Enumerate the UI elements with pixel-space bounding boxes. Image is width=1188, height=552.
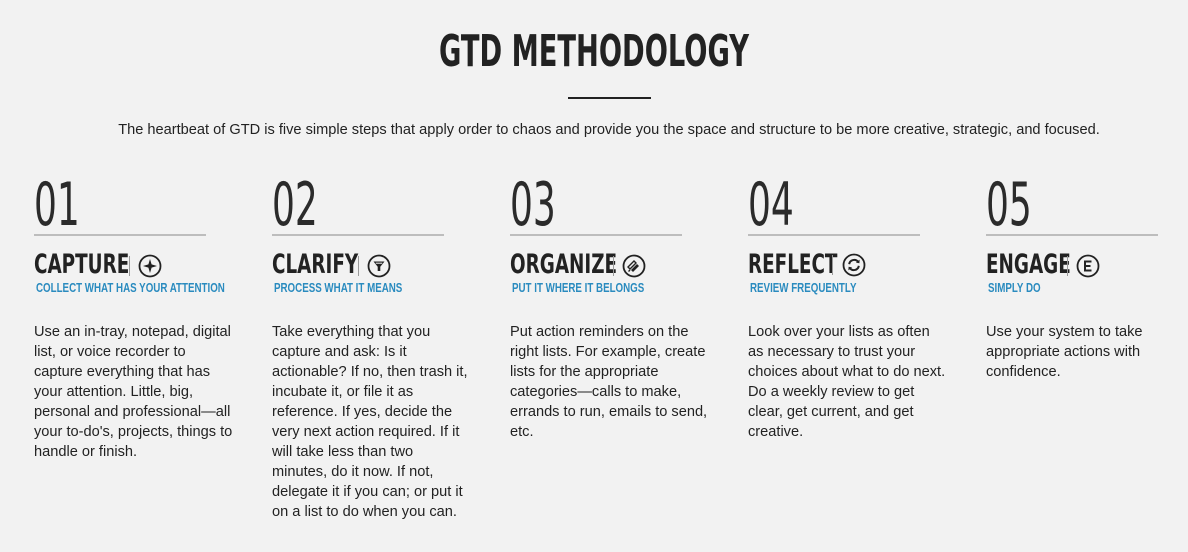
step-divider-line bbox=[986, 234, 1158, 236]
capture-compass-icon bbox=[138, 254, 162, 278]
step-number: 05 bbox=[986, 170, 1032, 240]
clarify-funnel-icon bbox=[367, 254, 391, 278]
heading-separator bbox=[129, 256, 130, 276]
step-divider-line bbox=[34, 234, 206, 236]
step-subtitle: PROCESS WHAT IT MEANS bbox=[274, 280, 403, 295]
step-name: CLARIFY bbox=[272, 249, 359, 280]
step-number: 02 bbox=[272, 170, 318, 240]
step-number: 04 bbox=[748, 170, 794, 240]
organize-stack-icon bbox=[622, 254, 646, 278]
step-divider-line bbox=[510, 234, 682, 236]
step-divider-line bbox=[272, 234, 444, 236]
step-number: 01 bbox=[34, 170, 80, 240]
heading-separator bbox=[1067, 256, 1068, 276]
step-subtitle: PUT IT WHERE IT BELONGS bbox=[512, 280, 645, 295]
step-description: Use your system to take appropriate acti… bbox=[986, 324, 1143, 380]
step-name: ORGANIZE bbox=[510, 249, 618, 280]
page-title: GTD METHODOLOGY bbox=[438, 26, 750, 77]
engage-e-icon bbox=[1076, 254, 1100, 278]
intro-text: The heartbeat of GTD is five simple step… bbox=[118, 122, 1100, 138]
step-description: Put action reminders on the right lists.… bbox=[510, 324, 708, 440]
step-subtitle: REVIEW FREQUENTLY bbox=[750, 280, 857, 295]
title-underline bbox=[568, 97, 651, 99]
step-subtitle: SIMPLY DO bbox=[988, 280, 1041, 295]
step-subtitle: COLLECT WHAT HAS YOUR ATTENTION bbox=[36, 280, 225, 295]
heading-separator bbox=[613, 256, 614, 276]
heading-separator bbox=[832, 255, 833, 275]
heading-separator bbox=[358, 256, 359, 276]
step-description: Use an in-tray, notepad, digital list, o… bbox=[34, 324, 233, 460]
step-divider-line bbox=[748, 234, 920, 236]
step-description: Look over your lists as often as necessa… bbox=[748, 324, 946, 440]
step-name: REFLECT bbox=[748, 249, 838, 280]
step-name: CAPTURE bbox=[34, 249, 130, 280]
step-name: ENGAGE bbox=[986, 249, 1071, 280]
step-description: Take everything that you capture and ask… bbox=[272, 324, 468, 520]
step-number: 03 bbox=[510, 170, 556, 240]
reflect-refresh-icon bbox=[842, 253, 866, 277]
